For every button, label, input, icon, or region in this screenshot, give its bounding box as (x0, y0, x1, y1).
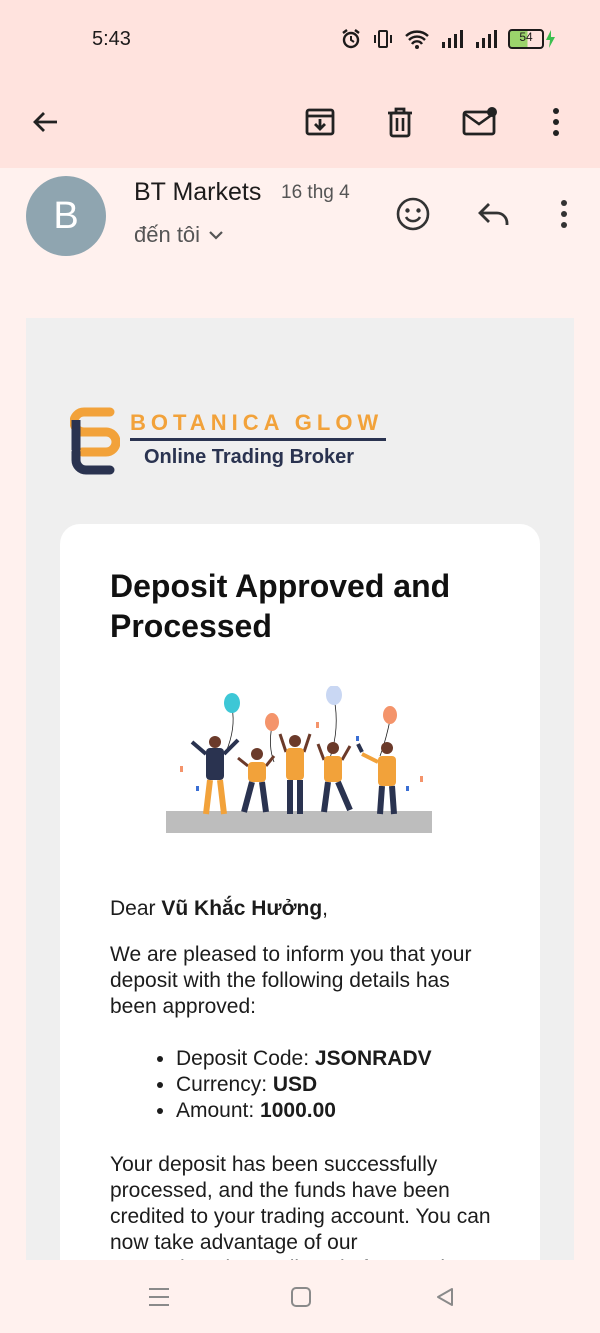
detail-label: Amount: (176, 1099, 261, 1122)
home-square-icon (291, 1287, 311, 1307)
message-card: Deposit Approved and Processed Dear Vũ K… (60, 524, 540, 1260)
sender-name[interactable]: BT Markets (134, 178, 261, 207)
recipient-toggle[interactable]: đến tôi (134, 222, 224, 248)
alarm-icon (342, 29, 360, 49)
emoji-icon (396, 197, 430, 231)
list-item: Amount: 1000.00 (176, 1098, 432, 1124)
email-body: BOTANICA GLOW Online Trading Broker Depo… (26, 318, 574, 1260)
detail-value: JSONRADV (314, 1047, 432, 1070)
logo-brand-name: BOTANICA GLOW (130, 410, 384, 435)
message-more-button[interactable] (540, 190, 588, 238)
battery-level: 54 (519, 30, 533, 44)
logo-divider (130, 438, 386, 441)
email-header: B BT Markets 16 thg 4 đến tôi (0, 168, 600, 278)
trash-icon (388, 107, 412, 138)
email-date: 16 thg 4 (281, 182, 350, 203)
reply-icon (478, 203, 509, 225)
archive-button[interactable] (292, 94, 348, 150)
email-title: Deposit Approved and Processed (110, 568, 451, 644)
status-icons: 54 (340, 28, 556, 50)
archive-icon (305, 108, 335, 136)
recipient-label: đến tôi (134, 222, 201, 247)
vibrate-icon (374, 30, 392, 48)
more-options-button[interactable] (528, 94, 584, 150)
react-button[interactable] (389, 190, 437, 238)
reply-button[interactable] (470, 190, 518, 238)
back-nav-button[interactable] (430, 1282, 460, 1312)
intro-paragraph: We are pleased to inform you that your d… (110, 943, 472, 1018)
list-item: Deposit Code: JSONRADV (176, 1046, 432, 1072)
greeting: Dear Vũ Khắc Hưởng, (110, 896, 500, 922)
mail-toolbar (0, 80, 600, 168)
system-nav-bar (0, 1260, 600, 1333)
list-item: Currency: USD (176, 1072, 432, 1098)
back-arrow-icon (33, 112, 57, 132)
back-button[interactable] (18, 94, 74, 150)
menu-icon (149, 1288, 169, 1306)
mark-unread-button[interactable] (452, 94, 508, 150)
signal-icon (442, 30, 463, 48)
more-vert-icon (561, 200, 567, 228)
delete-button[interactable] (372, 94, 428, 150)
celebration-illustration (166, 686, 432, 833)
charging-icon (546, 30, 555, 48)
home-button[interactable] (286, 1282, 316, 1312)
detail-label: Currency: (176, 1073, 273, 1096)
chevron-down-icon (209, 231, 223, 240)
deposit-details: Deposit Code: JSONRADV Currency: USD Amo… (156, 1046, 432, 1124)
logo-tagline: Online Trading Broker (144, 446, 355, 468)
recipient-name: Vũ Khắc Hưởng (161, 897, 323, 920)
sender-avatar[interactable]: B (26, 176, 106, 256)
signal-icon (476, 30, 497, 48)
greeting-suffix: , (322, 897, 329, 920)
back-triangle-icon (437, 1288, 453, 1306)
logo-mark-icon (70, 407, 120, 475)
detail-value: 1000.00 (260, 1099, 336, 1122)
processed-paragraph: Your deposit has been successfully proce… (110, 1153, 491, 1260)
more-vert-icon (553, 108, 559, 136)
greeting-prefix: Dear (110, 897, 162, 920)
detail-value: USD (272, 1073, 318, 1096)
status-bar: 5:43 54 (0, 0, 600, 80)
mail-unread-icon (462, 107, 497, 136)
detail-label: Deposit Code: (176, 1047, 315, 1070)
brand-logo: BOTANICA GLOW Online Trading Broker (70, 406, 400, 476)
wifi-icon (405, 30, 429, 49)
battery-icon: 54 (508, 29, 556, 49)
status-time: 5:43 (92, 28, 131, 50)
recents-button[interactable] (144, 1282, 174, 1312)
